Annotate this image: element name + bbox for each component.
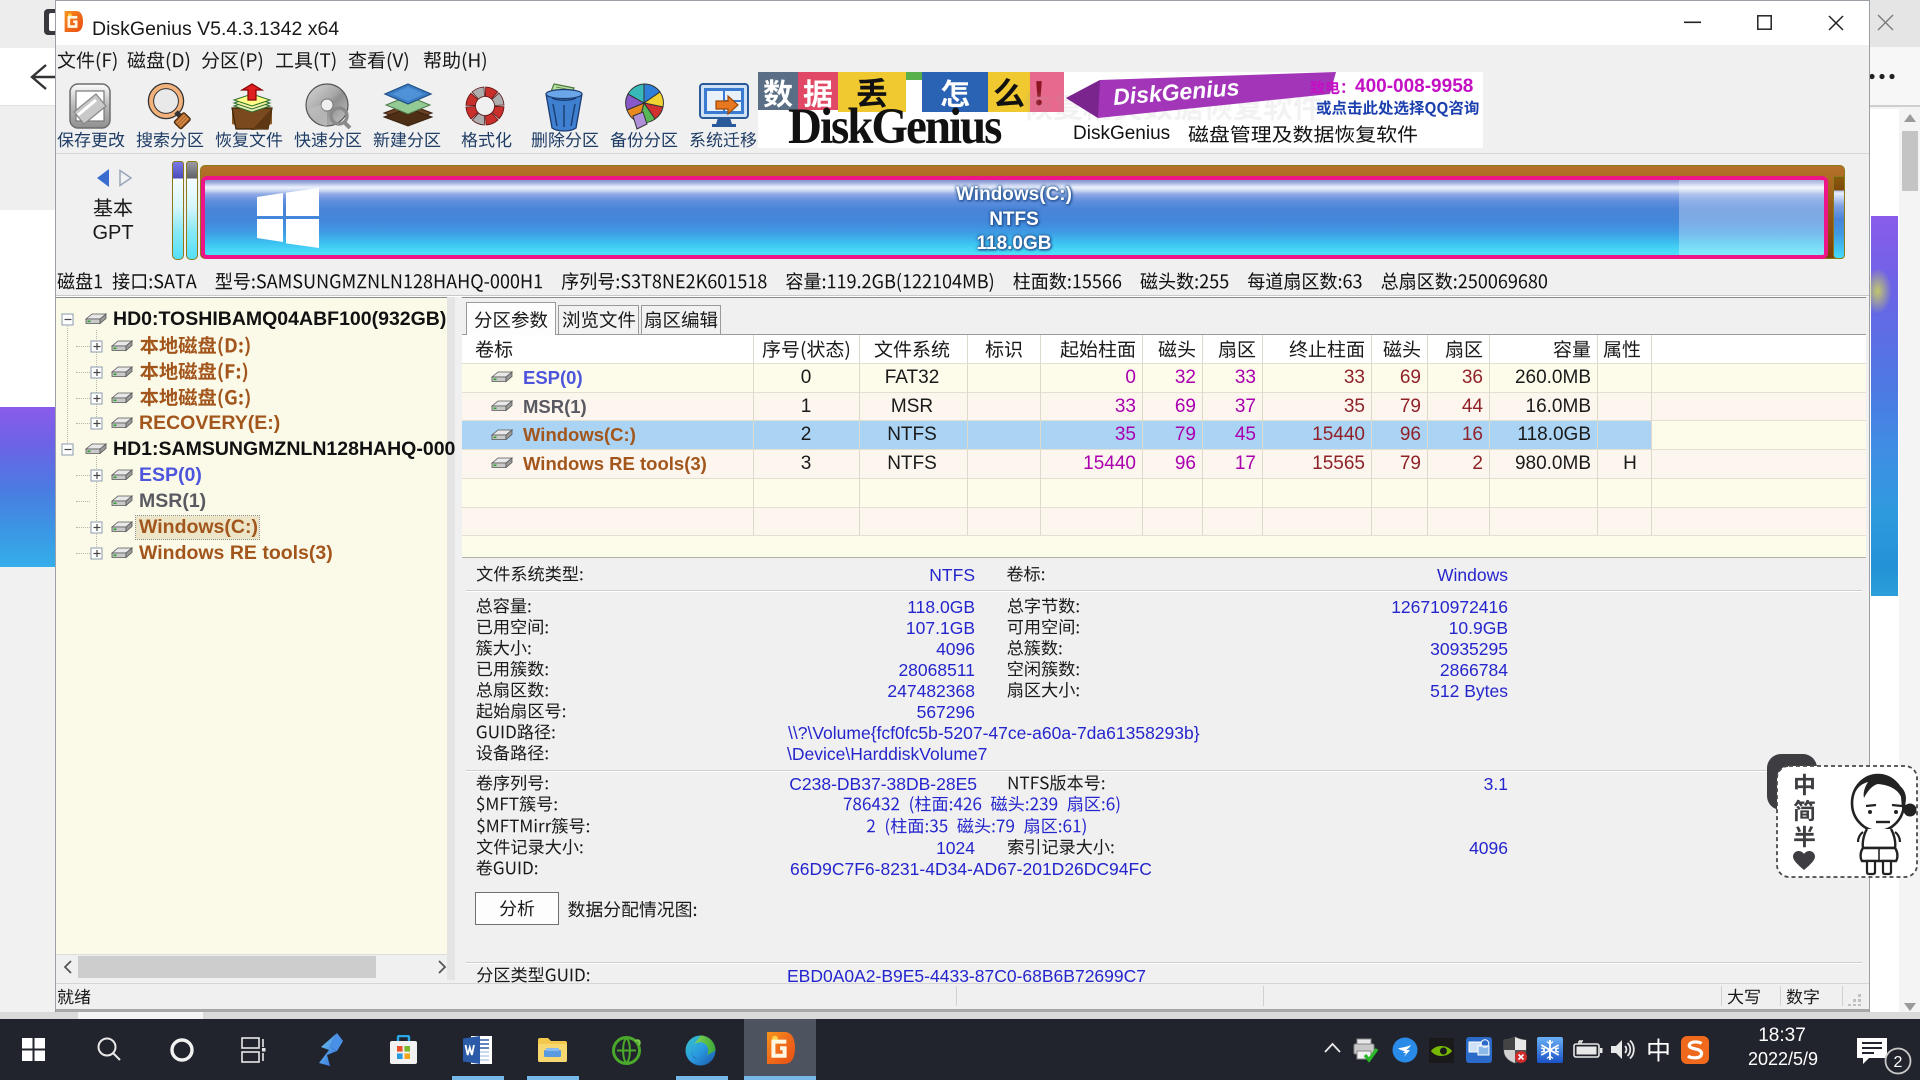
svg-text:2: 2 [1894,1054,1903,1071]
